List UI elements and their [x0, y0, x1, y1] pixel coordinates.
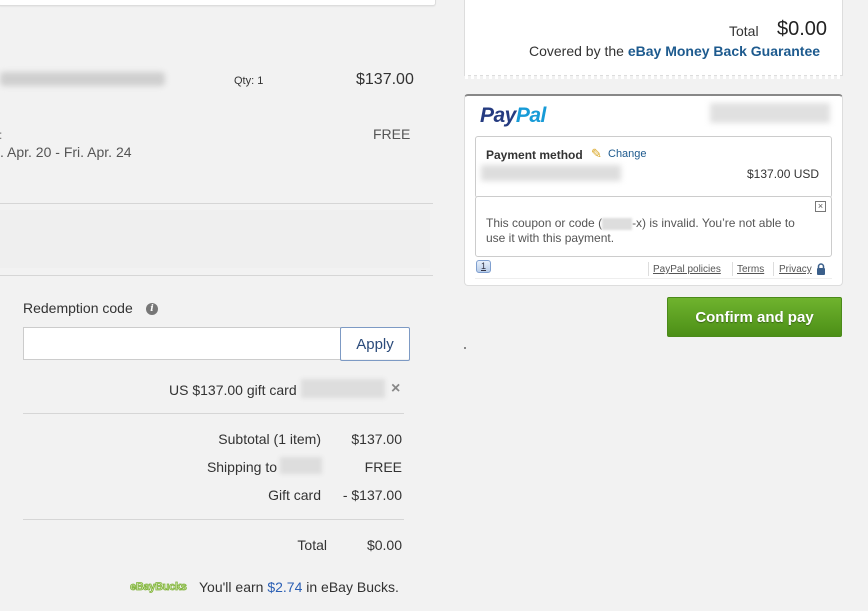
error-prefix: This coupon or code ( — [486, 216, 603, 230]
subtotal-value: $137.00 — [351, 431, 402, 447]
shipping-method-fragment: : — [0, 128, 2, 142]
ebay-bucks-suffix: in eBay Bucks. — [302, 579, 399, 595]
ebay-bucks-message: You'll earn $2.74 in eBay Bucks. — [199, 579, 399, 595]
money-back-guarantee-link[interactable]: eBay Money Back Guarantee — [628, 43, 820, 59]
paypal-logo-pay: Pay — [480, 104, 516, 127]
order-total-value: $0.00 — [777, 18, 828, 40]
empty-section — [0, 210, 430, 268]
shipping-label: Shipping to — [206, 459, 277, 475]
payment-method-label: Payment method — [486, 148, 583, 162]
order-total-label: Total — [729, 23, 759, 39]
item-price: $137.00 — [356, 71, 414, 88]
ebay-bucks-logo-icon: eBayBucks — [130, 581, 188, 594]
delivery-estimate: . Apr. 20 - Fri. Apr. 24 — [0, 144, 132, 160]
terms-link[interactable]: Terms — [737, 264, 764, 275]
divider — [23, 519, 404, 520]
ebay-bucks-amount: $2.74 — [267, 579, 303, 595]
cart-header-card — [0, 0, 436, 6]
divider — [23, 413, 404, 414]
privacy-link[interactable]: Privacy — [779, 264, 812, 275]
item-quantity: Qty: 1 — [234, 75, 264, 87]
redemption-code-label: Redemption code — [23, 300, 133, 316]
applied-gift-card: US $137.00 gift card — [169, 382, 297, 398]
coupon-error-message: This coupon or code (-x) is invalid. You… — [486, 216, 816, 246]
redemption-code-input[interactable] — [23, 327, 341, 360]
money-back-guarantee: Covered by the eBay Money Back Guarantee — [529, 43, 820, 59]
lock-icon — [817, 263, 825, 275]
info-icon[interactable]: i — [146, 303, 158, 315]
link-separator — [732, 262, 733, 276]
close-icon[interactable]: × — [815, 201, 826, 212]
remove-gift-card-icon[interactable]: × — [391, 380, 400, 398]
gift-card-value: - $137.00 — [342, 487, 402, 503]
paypal-footer-line — [475, 278, 832, 279]
link-separator — [648, 262, 649, 276]
gift-card-label: Gift card — [268, 487, 321, 503]
divider — [0, 275, 433, 276]
pencil-icon[interactable]: ✎ — [591, 146, 602, 162]
shipping-value: FREE — [364, 459, 402, 475]
divider — [0, 203, 433, 204]
paypal-logo: PayPal — [480, 104, 546, 128]
link-separator — [773, 262, 774, 276]
item-shipping-cost: FREE — [373, 126, 411, 142]
apply-button[interactable]: Apply — [340, 327, 410, 361]
paypal-policies-link[interactable]: PayPal policies — [653, 264, 721, 275]
subtotal-label: Subtotal (1 item) — [218, 431, 321, 447]
total-value: $0.00 — [366, 537, 402, 553]
notification-bubble-icon[interactable]: 1 — [476, 260, 491, 273]
ebay-bucks-prefix: You'll earn — [199, 579, 268, 595]
gift-card-number-redacted — [301, 379, 385, 398]
item-title-redacted — [0, 72, 165, 86]
paypal-user-redacted — [710, 103, 830, 123]
change-payment-link[interactable]: Change — [608, 148, 647, 160]
total-label: Total — [297, 537, 327, 553]
payment-amount: $137.00 USD — [747, 167, 820, 181]
paypal-logo-pal: Pal — [515, 104, 547, 127]
confirm-and-pay-button[interactable]: Confirm and pay — [667, 297, 842, 337]
decorative-dot — [464, 347, 466, 349]
funding-source-redacted — [481, 165, 621, 181]
coupon-code-redacted — [602, 217, 633, 230]
covered-prefix: Covered by the — [529, 43, 628, 59]
